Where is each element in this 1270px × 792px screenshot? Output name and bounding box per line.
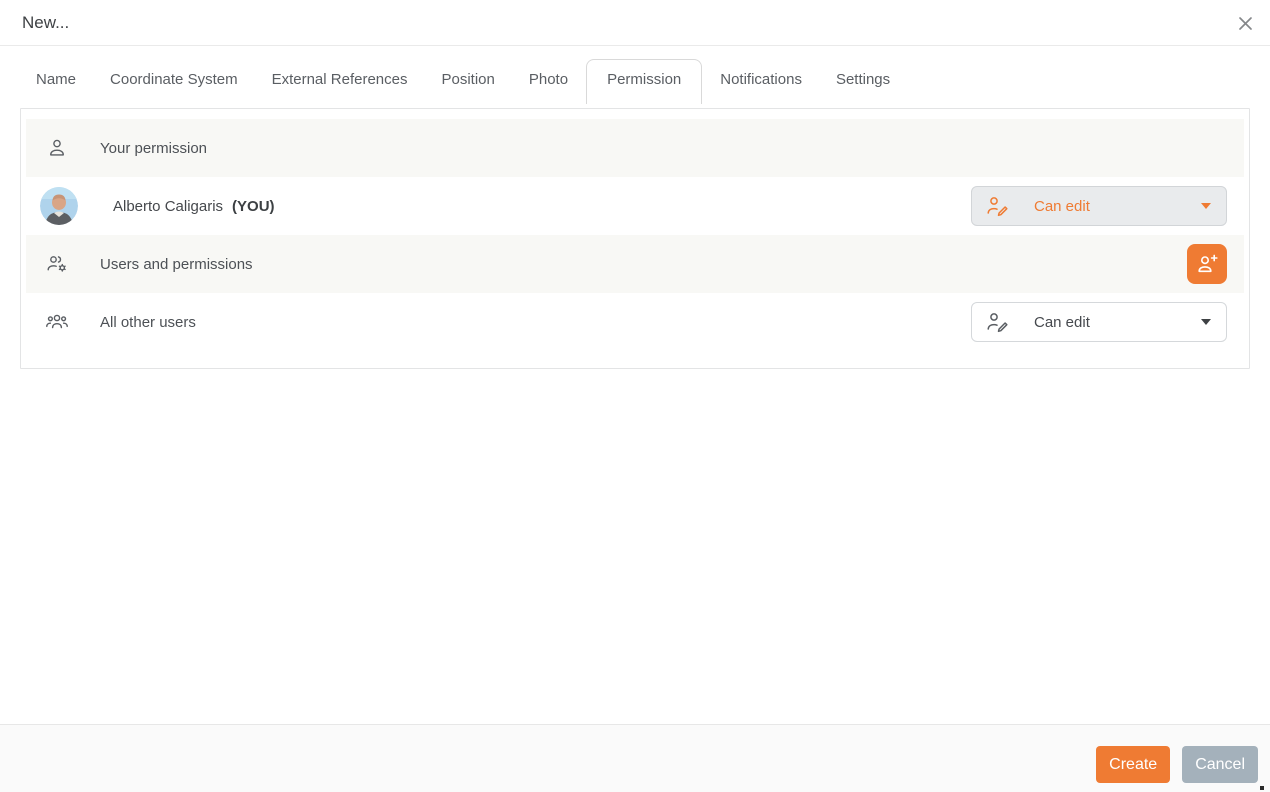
all-other-users-label: All other users	[100, 313, 196, 331]
user-edit-icon	[985, 310, 1009, 334]
tab-permission[interactable]: Permission	[586, 59, 703, 104]
your-user-row: Alberto Caligaris (YOU) Can edit	[26, 177, 1244, 235]
avatar	[40, 187, 78, 225]
your-permission-label: Your permission	[100, 139, 207, 157]
dialog-titlebar: New...	[0, 0, 1270, 46]
add-user-icon	[1195, 252, 1219, 276]
you-tag: (YOU)	[232, 197, 275, 215]
add-user-button[interactable]	[1187, 244, 1227, 284]
permission-panel: Your permission Alberto Caligaris (YOU)	[20, 108, 1250, 369]
tab-bar: Name Coordinate System External Referenc…	[0, 46, 1270, 104]
users-group-icon	[44, 309, 70, 335]
all-other-users-permission-dropdown[interactable]: Can edit	[971, 302, 1227, 342]
user-edit-icon	[985, 194, 1009, 218]
tab-external-references[interactable]: External References	[255, 71, 425, 104]
permission-value: Can edit	[1034, 197, 1090, 215]
close-button[interactable]	[1234, 12, 1256, 34]
create-button[interactable]: Create	[1096, 746, 1171, 783]
chevron-down-icon	[1201, 203, 1211, 209]
your-permission-header-row: Your permission	[26, 119, 1244, 177]
chevron-down-icon	[1201, 319, 1211, 325]
users-permissions-label: Users and permissions	[100, 255, 253, 273]
tab-photo[interactable]: Photo	[512, 71, 585, 104]
person-icon	[44, 135, 70, 161]
dialog-title: New...	[22, 12, 70, 32]
tab-notifications[interactable]: Notifications	[703, 71, 819, 104]
dialog-footer: Create Cancel	[0, 724, 1270, 792]
close-icon	[1238, 16, 1252, 30]
tab-settings[interactable]: Settings	[819, 71, 907, 104]
users-gear-icon	[44, 251, 70, 277]
all-other-users-row: All other users Can edit	[26, 293, 1244, 351]
users-permissions-header-row: Users and permissions	[26, 235, 1244, 293]
tab-name[interactable]: Name	[19, 71, 93, 104]
tab-position[interactable]: Position	[424, 71, 511, 104]
screen-artifact-dot	[1260, 786, 1264, 790]
permission-value: Can edit	[1034, 313, 1090, 331]
cancel-button[interactable]: Cancel	[1182, 746, 1258, 783]
tab-coordinate-system[interactable]: Coordinate System	[93, 71, 255, 104]
user-name: Alberto Caligaris	[113, 197, 224, 215]
your-permission-dropdown[interactable]: Can edit	[971, 186, 1227, 226]
